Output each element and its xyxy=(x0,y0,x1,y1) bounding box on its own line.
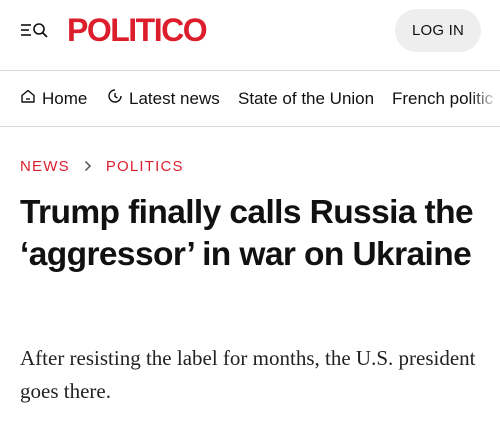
nav-item-label: State of the Union xyxy=(238,89,375,108)
breadcrumb: NEWS POLITICS xyxy=(20,158,184,175)
nav-item-label: Home xyxy=(42,89,88,108)
clock-icon xyxy=(107,88,129,110)
site-header: POLITICO LOG IN xyxy=(0,0,500,70)
chevron-right-icon xyxy=(84,159,92,175)
nav-scroll-fade xyxy=(470,71,500,127)
section-nav: Home Latest news State of the Union Fren… xyxy=(0,71,500,127)
nav-item-label: Latest news xyxy=(129,89,220,108)
nav-item-state-of-the-union[interactable]: State of the Union xyxy=(238,88,374,110)
politico-logo[interactable]: POLITICO xyxy=(67,12,208,48)
nav-item-home[interactable]: Home xyxy=(20,88,87,110)
menu-search-icon[interactable] xyxy=(20,20,50,40)
breadcrumb-news[interactable]: NEWS xyxy=(20,158,70,175)
article-dek: After resisting the label for months, th… xyxy=(20,346,476,403)
login-button[interactable]: LOG IN xyxy=(395,9,481,52)
home-icon xyxy=(20,88,42,110)
nav-divider xyxy=(0,126,500,127)
article-headline: Trump finally calls Russia the ‘aggresso… xyxy=(20,194,474,273)
breadcrumb-politics[interactable]: POLITICS xyxy=(106,158,184,175)
nav-item-latest-news[interactable]: Latest news xyxy=(107,88,220,110)
